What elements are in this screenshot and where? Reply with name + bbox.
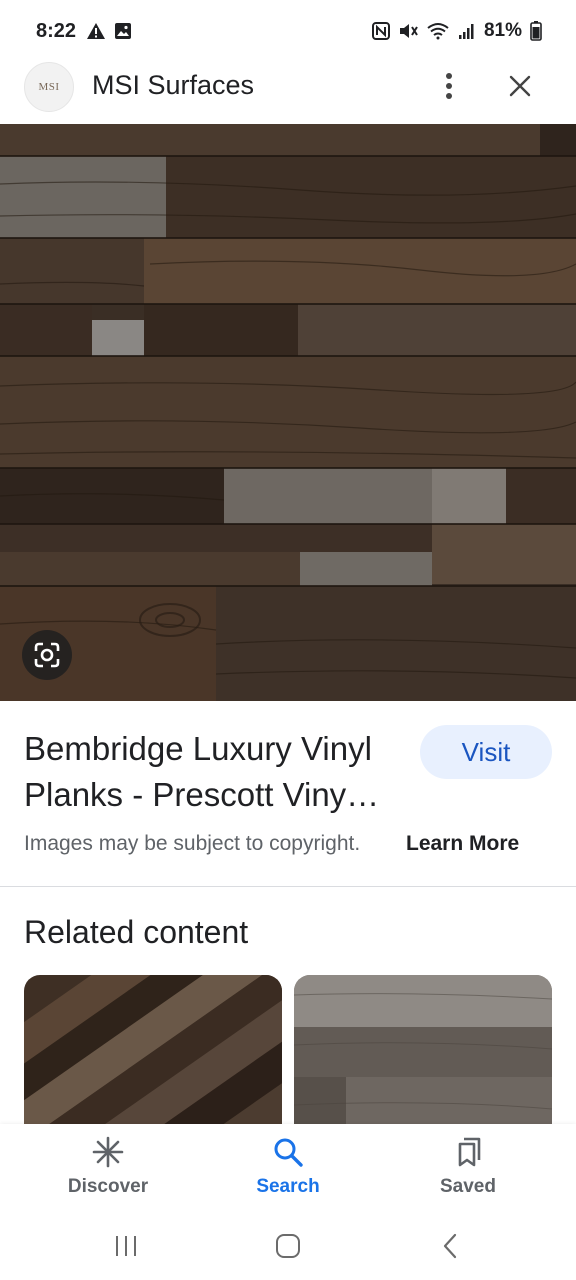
related-wood-image-2 (294, 975, 552, 1145)
visit-button[interactable]: Visit (420, 725, 552, 779)
more-options-button[interactable] (432, 66, 466, 106)
close-icon (509, 75, 531, 97)
related-item[interactable] (294, 975, 552, 1145)
recent-apps-icon (116, 1236, 136, 1256)
battery-icon (530, 21, 542, 41)
related-item[interactable] (24, 975, 282, 1145)
google-lens-icon (34, 642, 60, 668)
status-notification-icons (86, 22, 132, 40)
nfc-icon (371, 22, 390, 40)
status-bar: 8:22 81% (0, 0, 576, 64)
back-button[interactable] (430, 1230, 470, 1262)
recent-apps-button[interactable] (106, 1230, 146, 1262)
system-navigation-bar (0, 1214, 576, 1280)
result-title[interactable]: Bembridge Luxury Vinyl Planks - Prescott… (24, 726, 404, 818)
mute-icon (399, 24, 418, 38)
nav-saved-label: Saved (440, 1176, 496, 1197)
more-vert-icon (446, 73, 452, 99)
status-system-icons: 81% (371, 20, 542, 42)
nav-saved[interactable]: Saved (408, 1136, 528, 1206)
close-button[interactable] (500, 66, 540, 106)
related-wood-image-1 (24, 975, 282, 1145)
saved-collections-icon (458, 1137, 481, 1167)
home-button[interactable] (268, 1230, 308, 1262)
site-logo-text: MSI (38, 81, 60, 93)
result-header: MSI MSI Surfaces (0, 56, 576, 124)
home-icon (276, 1234, 300, 1258)
nav-search[interactable]: Search (228, 1136, 348, 1206)
discover-asterisk-icon (92, 1136, 124, 1168)
signal-icon (458, 24, 474, 39)
section-divider (0, 886, 576, 887)
bottom-navigation: Discover Search Saved (0, 1124, 576, 1214)
battery-percent: 81% (483, 20, 522, 41)
nav-search-label: Search (256, 1176, 320, 1197)
search-icon (274, 1138, 303, 1167)
nav-discover[interactable]: Discover (48, 1136, 168, 1206)
site-logo: MSI (24, 62, 74, 112)
result-image[interactable] (0, 124, 576, 701)
wifi-icon (427, 23, 449, 40)
back-chevron-icon (443, 1233, 457, 1259)
related-content-heading: Related content (24, 914, 249, 950)
warning-icon (87, 23, 105, 39)
nav-discover-label: Discover (67, 1176, 149, 1197)
learn-more-link[interactable]: Learn More (406, 832, 519, 856)
copyright-notice: Images may be subject to copyright. (24, 832, 361, 855)
lens-search-button[interactable] (22, 630, 72, 680)
wood-plank-image (0, 124, 576, 701)
image-icon (115, 23, 131, 39)
site-name[interactable]: MSI Surfaces (92, 70, 254, 101)
status-time: 8:22 (36, 20, 77, 42)
